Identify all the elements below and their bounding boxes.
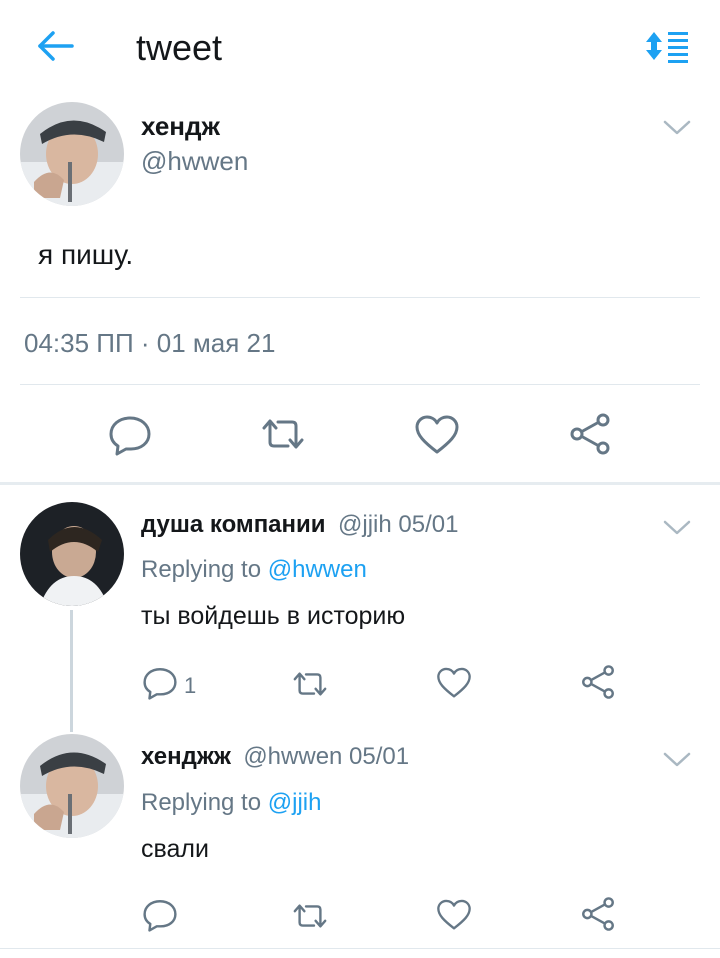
back-arrow-icon[interactable] xyxy=(36,28,76,64)
handle-date[interactable]: @jjih 05/01 xyxy=(338,511,458,538)
share-icon[interactable] xyxy=(580,664,616,700)
share-icon[interactable] xyxy=(568,412,612,456)
like-icon[interactable] xyxy=(414,414,460,456)
replying-to: Replying to @hwwen xyxy=(141,555,367,585)
avatar[interactable] xyxy=(20,102,124,206)
page-title: tweet xyxy=(136,27,223,68)
author-name[interactable]: душа компании xyxy=(141,511,326,538)
chevron-down-icon[interactable] xyxy=(662,518,692,538)
retweet-icon[interactable] xyxy=(290,900,330,932)
author-handle[interactable]: @hwwen xyxy=(141,145,248,177)
mention-link[interactable]: @hwwen xyxy=(268,556,367,583)
sort-icon[interactable] xyxy=(646,28,690,64)
chevron-down-icon[interactable] xyxy=(662,118,692,138)
replying-prefix: Replying to xyxy=(141,789,262,816)
section-divider xyxy=(0,482,720,485)
like-icon[interactable] xyxy=(436,666,472,700)
mention-link[interactable]: @jjih xyxy=(268,789,322,816)
reply-text: свали xyxy=(141,835,209,863)
avatar[interactable] xyxy=(20,502,124,606)
chevron-down-icon[interactable] xyxy=(662,750,692,770)
handle-date[interactable]: @hwwen 05/01 xyxy=(243,743,409,770)
replying-prefix: Replying to xyxy=(141,556,262,583)
reply-header: душа компании @jjih 05/01 xyxy=(141,510,458,540)
reply-count: 1 xyxy=(184,673,197,698)
reply-icon[interactable] xyxy=(142,666,178,700)
like-icon[interactable] xyxy=(436,898,472,932)
divider xyxy=(0,948,720,949)
share-icon[interactable] xyxy=(580,896,616,932)
avatar[interactable] xyxy=(20,734,124,838)
retweet-icon[interactable] xyxy=(258,414,308,454)
tweet-text: я пишу. xyxy=(38,239,134,270)
thread-line xyxy=(70,610,73,732)
author-name[interactable]: хендж​ xyxy=(141,110,220,142)
reply-header: хенджж @hwwen 05/01 xyxy=(141,742,409,772)
reply-text: ты войдешь в историю xyxy=(141,602,406,630)
reply-icon[interactable] xyxy=(108,414,152,456)
retweet-icon[interactable] xyxy=(290,668,330,700)
replying-to: Replying to @jjih xyxy=(141,788,321,818)
divider xyxy=(20,297,700,298)
tweet-timestamp: 04:35 ПП · 01 мая 21 xyxy=(24,328,276,358)
divider xyxy=(20,384,700,385)
author-name[interactable]: хенджж xyxy=(141,743,231,770)
reply-icon[interactable] xyxy=(142,898,178,932)
